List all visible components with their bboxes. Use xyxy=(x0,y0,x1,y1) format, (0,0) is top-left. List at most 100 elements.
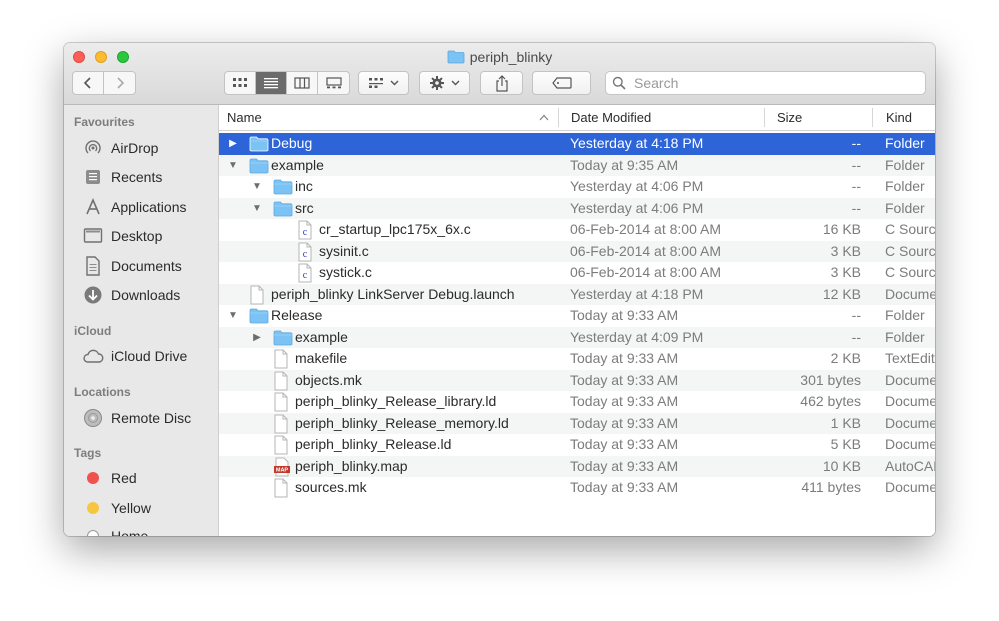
file-date: Today at 9:33 AM xyxy=(570,479,679,495)
sidebar-header-tags: Tags xyxy=(74,446,102,460)
edit-tags-button[interactable] xyxy=(532,71,591,95)
sidebar-item-applications[interactable]: Applications xyxy=(82,196,187,218)
file-row[interactable]: periph_blinky_Release_memory.ld Today at … xyxy=(219,412,935,434)
sidebar-item-tag-red[interactable]: Red xyxy=(82,467,137,489)
disclosure-expanded-icon[interactable]: ▼ xyxy=(251,176,263,198)
file-kind: Document xyxy=(885,371,935,388)
file-name: systick.c xyxy=(319,264,372,280)
toolbar: periph_blinky xyxy=(64,43,935,105)
icon-view-button[interactable] xyxy=(225,72,256,94)
map-file-icon: MAP xyxy=(273,457,291,476)
file-size: -- xyxy=(851,307,861,323)
document-icon xyxy=(249,285,267,304)
file-size: 301 bytes xyxy=(800,371,861,388)
file-row[interactable]: ▼ example Today at 9:35 AM -- Folder xyxy=(219,154,935,177)
sidebar-item-remote-disc[interactable]: Remote Disc xyxy=(82,407,191,429)
share-button[interactable] xyxy=(480,71,523,95)
window-title-text: periph_blinky xyxy=(469,49,553,65)
disclosure-collapsed-icon[interactable]: ▶ xyxy=(251,327,263,349)
back-button[interactable] xyxy=(73,72,104,94)
file-kind: Folder xyxy=(885,135,925,151)
sidebar-item-label: Home xyxy=(111,528,149,536)
file-name: example xyxy=(295,328,348,345)
c-source-file-icon: c xyxy=(297,242,315,261)
file-name: Release xyxy=(271,307,323,323)
file-size: 1 KB xyxy=(830,414,861,431)
disclosure-expanded-icon[interactable]: ▼ xyxy=(251,198,263,220)
chevron-left-icon xyxy=(83,77,91,89)
list-view-button[interactable] xyxy=(256,72,287,94)
column-view-button[interactable] xyxy=(287,72,318,94)
sidebar-item-label: Downloads xyxy=(111,287,181,303)
tag-color-icon xyxy=(82,525,104,536)
file-row[interactable]: sources.mk Today at 9:33 AM 411 bytes Docum… xyxy=(219,477,935,499)
file-row[interactable]: ▼ inc Yesterday at 4:06 PM -- Folder xyxy=(219,176,935,198)
sidebar-item-desktop[interactable]: Desktop xyxy=(82,225,162,247)
column-header-date[interactable]: Date Modified xyxy=(571,105,651,130)
search-input[interactable] xyxy=(632,74,916,92)
disclosure-collapsed-icon[interactable]: ▶ xyxy=(227,133,239,155)
file-row[interactable]: ▼ Release Today at 9:33 AM -- Folder xyxy=(219,305,935,327)
column-header-size[interactable]: Size xyxy=(777,105,802,130)
file-row[interactable]: periph_blinky_Release_library.ld Today at… xyxy=(219,391,935,413)
file-row[interactable]: periph_blinky LinkServer Debug.launch Yes… xyxy=(219,283,935,305)
airdrop-icon xyxy=(82,137,104,159)
file-row[interactable]: MAP periph_blinky.map Today at 9:33 AM 10 K… xyxy=(219,455,935,477)
file-row[interactable]: c systick.c 06-Feb-2014 at 8:00 AM 3 KB C So… xyxy=(219,262,935,284)
file-name: sources.mk xyxy=(295,479,367,495)
group-by-button[interactable] xyxy=(358,71,409,95)
svg-text:c: c xyxy=(303,249,308,260)
file-list: Name Date Modified Size Kind ▶ Debug Yeste… xyxy=(219,105,935,536)
file-size: 411 bytes xyxy=(801,479,861,495)
file-kind: Document xyxy=(885,479,935,495)
file-row[interactable]: c sysinit.c 06-Feb-2014 at 8:00 AM 3 KB C So… xyxy=(219,240,935,262)
file-row[interactable]: objects.mk Today at 9:33 AM 301 bytes Docum… xyxy=(219,369,935,391)
gallery-view-button[interactable] xyxy=(318,72,349,94)
share-icon xyxy=(495,74,508,92)
folder-icon xyxy=(273,330,293,348)
sidebar-item-label: Applications xyxy=(111,199,187,215)
file-row[interactable]: c cr_startup_lpc175x_6x.c 06-Feb-2014 at 8… xyxy=(219,219,935,241)
document-icon xyxy=(273,371,291,390)
sidebar-item-tag-yellow[interactable]: Yellow xyxy=(82,497,151,519)
file-kind: C Source xyxy=(885,242,935,259)
file-row[interactable]: periph_blinky_Release.ld Today at 9:33 AM… xyxy=(219,434,935,456)
file-kind: Document xyxy=(885,393,935,409)
file-kind: C Source xyxy=(885,221,935,237)
c-source-file-icon: c xyxy=(297,220,315,240)
sidebar-item-icloud-drive[interactable]: iCloud Drive xyxy=(82,345,187,367)
list-view-icon xyxy=(264,78,278,89)
downloads-icon xyxy=(82,284,104,306)
file-date: Today at 9:33 AM xyxy=(570,457,679,474)
sidebar-item-downloads[interactable]: Downloads xyxy=(82,284,180,306)
disclosure-expanded-icon[interactable]: ▼ xyxy=(227,155,239,177)
desktop-icon xyxy=(82,225,104,247)
file-date: Yesterday at 4:09 PM xyxy=(570,328,704,345)
sidebar-item-recents[interactable]: Recents xyxy=(82,166,162,188)
sidebar-item-label: Documents xyxy=(111,258,182,274)
file-row[interactable]: ▶ example Yesterday at 4:09 PM -- Folder xyxy=(219,326,935,349)
column-header-name[interactable]: Name xyxy=(227,105,262,130)
file-size: -- xyxy=(851,135,861,151)
svg-text:c: c xyxy=(303,227,308,238)
sidebar-item-tag-home[interactable]: Home xyxy=(82,525,148,536)
search-field[interactable] xyxy=(605,71,926,95)
forward-button[interactable] xyxy=(104,72,135,94)
file-kind: Folder xyxy=(885,178,925,194)
sidebar-item-documents[interactable]: Documents xyxy=(82,255,182,277)
file-row[interactable]: ▶ Debug Yesterday at 4:18 PM -- Folder xyxy=(219,133,935,155)
file-row[interactable]: ▼ src Yesterday at 4:06 PM -- Folder xyxy=(219,197,935,220)
file-size: 2 KB xyxy=(830,350,861,366)
file-size: 12 KB xyxy=(822,285,861,302)
action-button[interactable] xyxy=(419,71,470,95)
search-icon xyxy=(612,76,626,90)
column-header-kind[interactable]: Kind xyxy=(886,105,912,130)
file-row[interactable]: makefile Today at 9:33 AM 2 KB TextEdit xyxy=(219,348,935,370)
sidebar-item-airdrop[interactable]: AirDrop xyxy=(82,137,158,159)
sidebar-item-label: Red xyxy=(111,470,137,486)
disclosure-expanded-icon[interactable]: ▼ xyxy=(227,305,239,327)
column-view-icon xyxy=(294,77,310,89)
folder-icon xyxy=(249,158,269,176)
file-name: periph_blinky_Release.ld xyxy=(295,436,452,452)
back-forward-control xyxy=(72,71,136,95)
